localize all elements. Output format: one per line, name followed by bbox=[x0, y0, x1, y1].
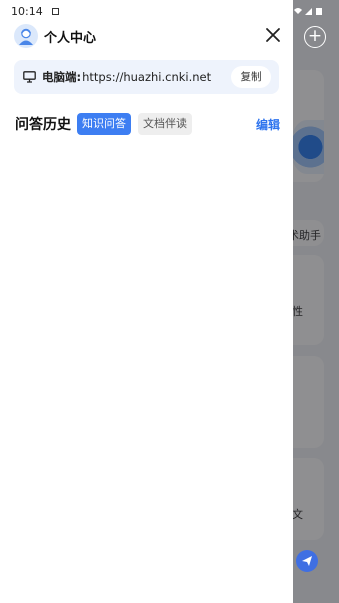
drawer-header: 个人中心 bbox=[14, 23, 282, 49]
send-icon[interactable] bbox=[296, 550, 318, 572]
pc-label: 电脑端: bbox=[42, 70, 82, 84]
history-title: 问答历史 bbox=[15, 117, 71, 133]
tab-document-reading[interactable]: 文档伴读 bbox=[138, 113, 192, 135]
personal-center-drawer: 10:14 个人中心 电脑端: https://huazhi.cnki.net bbox=[0, 0, 293, 603]
notification-icon bbox=[51, 7, 59, 15]
pc-access-bar: 电脑端: https://huazhi.cnki.net 复制 bbox=[14, 60, 279, 94]
edit-button[interactable]: 编辑 bbox=[256, 116, 280, 133]
page-title: 个人中心 bbox=[44, 30, 97, 46]
add-icon[interactable]: + bbox=[304, 26, 326, 48]
signal-battery-icons bbox=[292, 6, 332, 19]
tab-knowledge-qa[interactable]: 知识问答 bbox=[77, 113, 131, 135]
copy-button[interactable]: 复制 bbox=[231, 66, 271, 88]
history-section-header: 问答历史 知识问答 文档伴读 编辑 bbox=[15, 112, 280, 136]
status-time: 10:14 bbox=[11, 4, 43, 18]
pc-url: https://huazhi.cnki.net bbox=[82, 70, 212, 84]
close-icon[interactable] bbox=[264, 26, 282, 44]
user-avatar-icon[interactable] bbox=[14, 24, 38, 48]
status-bar: 10:14 bbox=[0, 0, 293, 22]
monitor-icon bbox=[23, 68, 36, 87]
